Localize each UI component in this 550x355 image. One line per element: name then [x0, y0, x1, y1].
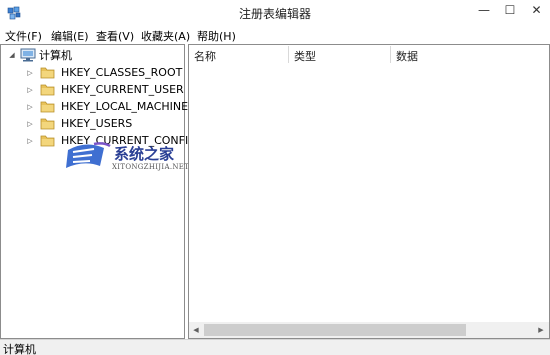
expand-arrow-icon[interactable]: ▷ [25, 102, 35, 112]
status-bar: 计算机 [0, 339, 550, 355]
horizontal-scrollbar[interactable]: ◀ ▶ [189, 322, 549, 338]
menu-favorites[interactable]: 收藏夹(A) [141, 28, 190, 44]
scroll-left-arrow-icon[interactable]: ◀ [189, 322, 203, 338]
watermark: 系统之家 XITONGZHIJIA.NET [64, 138, 204, 178]
expand-arrow-icon[interactable]: ▷ [25, 119, 35, 129]
folder-icon [40, 101, 55, 113]
title-bar: 注册表编辑器 — ☐ ✕ [0, 0, 550, 26]
menu-view[interactable]: 查看(V) [96, 28, 134, 44]
folder-icon [40, 135, 55, 147]
tree-item-label: HKEY_USERS [61, 117, 133, 130]
tree-item-hkcu[interactable]: ▷ HKEY_CURRENT_USER [25, 81, 184, 98]
watermark-url: XITONGZHIJIA.NET [112, 163, 190, 171]
maximize-button[interactable]: ☐ [497, 0, 523, 20]
computer-icon [20, 48, 36, 62]
registry-tree[interactable]: ◢ 计算机 ▷ HKEY_CLASSES_ROOT ▷ HKEY_CURRENT… [0, 44, 197, 339]
tree-item-hklm[interactable]: ▷ HKEY_LOCAL_MACHINE [25, 98, 188, 115]
menu-file[interactable]: 文件(F) [5, 28, 42, 44]
tree-item-label: HKEY_CLASSES_ROOT [61, 66, 183, 79]
menu-edit[interactable]: 编辑(E) [51, 28, 89, 44]
tree-item-label: HKEY_CURRENT_USER [61, 83, 184, 96]
column-header-type[interactable]: 类型 [289, 45, 390, 64]
folder-icon [40, 84, 55, 96]
column-header-name[interactable]: 名称 [189, 45, 288, 64]
tree-item-hku[interactable]: ▷ HKEY_USERS [25, 115, 132, 132]
expand-arrow-icon[interactable]: ▷ [25, 85, 35, 95]
tree-root-label: 计算机 [39, 49, 72, 62]
collapse-arrow-icon[interactable]: ◢ [7, 50, 17, 60]
window-title: 注册表编辑器 [238, 7, 311, 21]
expand-arrow-icon[interactable]: ▷ [25, 68, 35, 78]
status-path: 计算机 [3, 343, 36, 355]
menu-help[interactable]: 帮助(H) [197, 28, 236, 44]
watermark-text: 系统之家 [114, 145, 175, 163]
tree-root-computer[interactable]: ◢ 计算机 [7, 47, 72, 63]
scroll-right-arrow-icon[interactable]: ▶ [533, 322, 549, 338]
expand-arrow-icon[interactable]: ▷ [25, 136, 35, 146]
column-header-data[interactable]: 数据 [391, 45, 549, 64]
tree-item-label: HKEY_LOCAL_MACHINE [61, 100, 189, 113]
minimize-button[interactable]: — [471, 0, 497, 20]
scroll-thumb[interactable] [204, 324, 466, 336]
values-list[interactable]: 名称 类型 数据 ◀ ▶ [188, 44, 550, 339]
tree-item-hkcr[interactable]: ▷ HKEY_CLASSES_ROOT [25, 64, 182, 81]
close-button[interactable]: ✕ [523, 0, 550, 20]
menu-bar: 文件(F) 编辑(E) 查看(V) 收藏夹(A) 帮助(H) [0, 26, 550, 44]
watermark-logo [66, 142, 111, 168]
folder-icon [40, 118, 55, 130]
folder-icon [40, 67, 55, 79]
